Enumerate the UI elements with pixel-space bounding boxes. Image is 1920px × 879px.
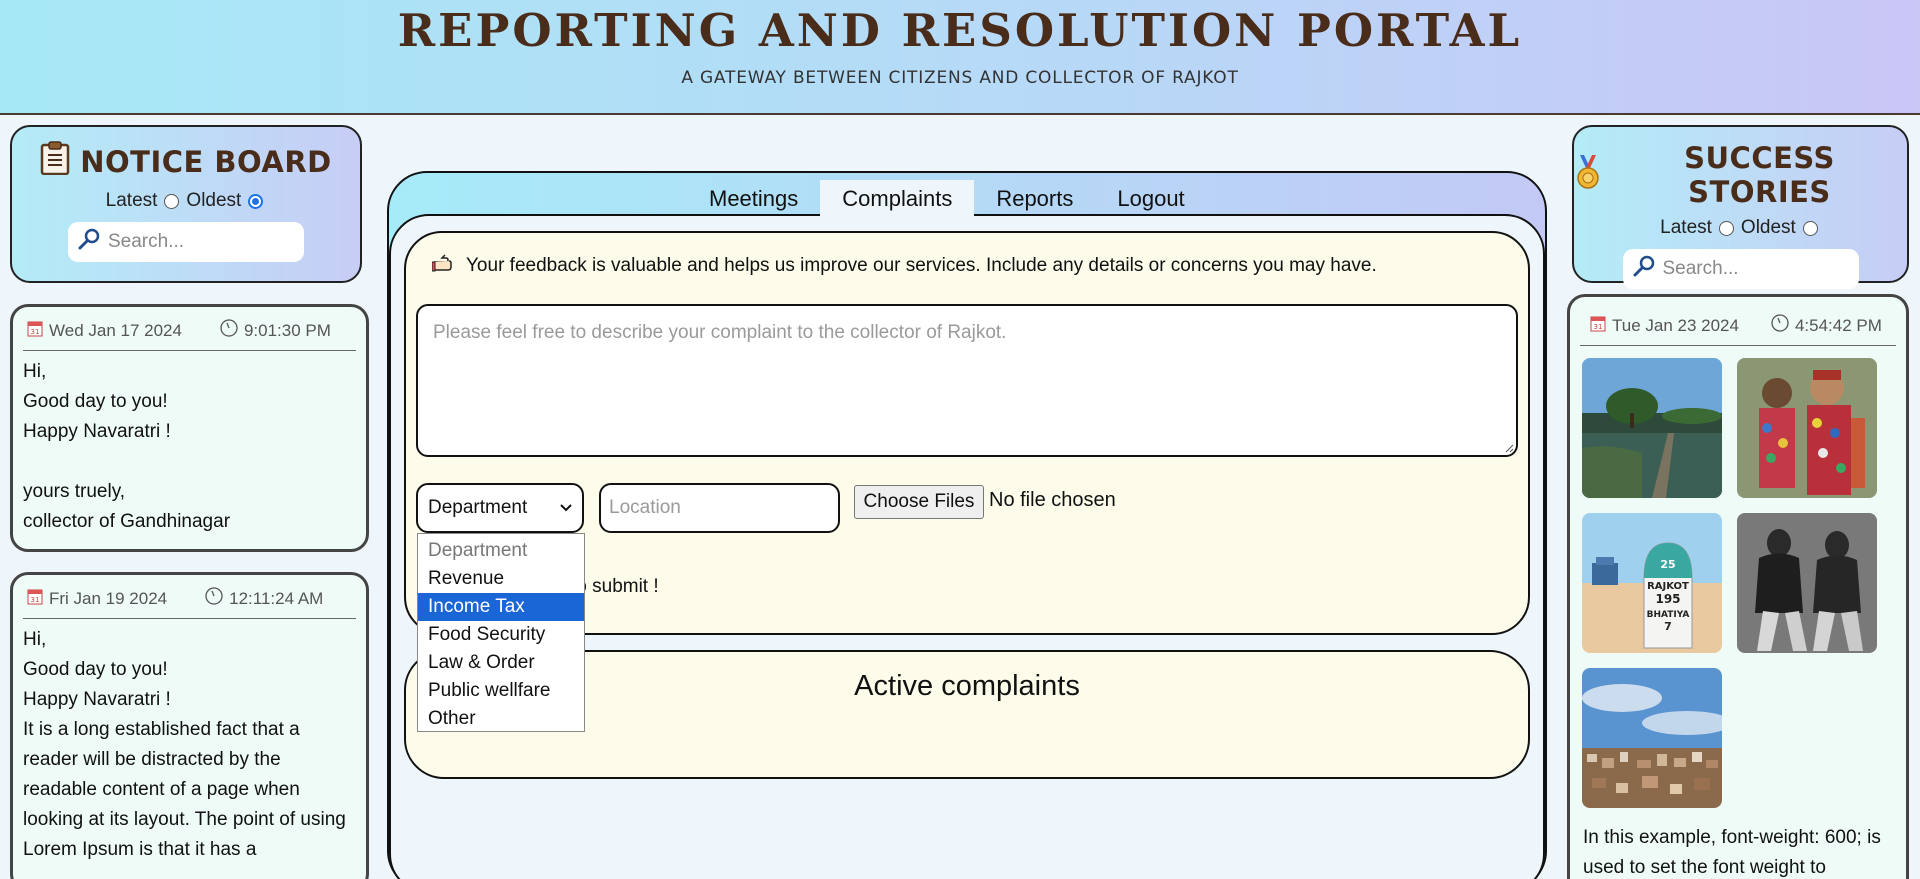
- svg-text:31: 31: [31, 596, 40, 604]
- feedback-note: Your feedback is valuable and helps us i…: [431, 253, 1377, 279]
- search-placeholder: Search...: [108, 231, 185, 252]
- location-input[interactable]: Location: [599, 483, 840, 533]
- stories-search-input[interactable]: Search...: [1622, 249, 1859, 289]
- story-time: 4:54:42 PM: [1794, 315, 1882, 335]
- sort-oldest-radio[interactable]: [248, 193, 264, 209]
- story-image-lake[interactable]: [1582, 358, 1722, 498]
- dropdown-option[interactable]: Other: [418, 705, 584, 733]
- calendar-icon: 31: [1590, 314, 1606, 337]
- sort-oldest-label: Oldest: [1740, 217, 1796, 238]
- story-date: Tue Jan 23 2024: [1612, 315, 1739, 335]
- story-image-milestone[interactable]: 25 RAJKOT 195 BHATIYA 7: [1582, 513, 1722, 653]
- notice-date: Fri Jan 19 2024: [49, 588, 168, 608]
- dropdown-option[interactable]: Law & Order: [418, 649, 584, 677]
- milestone-distance: 195: [1655, 592, 1680, 606]
- sort-latest-label: Latest: [1660, 217, 1712, 238]
- location-placeholder: Location: [609, 497, 681, 518]
- tab-reports[interactable]: Reports: [974, 180, 1095, 218]
- notice-search-input[interactable]: Search...: [68, 222, 304, 262]
- stories-sort: Latest Oldest: [1574, 217, 1907, 239]
- file-status: No file chosen: [989, 489, 1116, 511]
- dropdown-option[interactable]: Income Tax: [418, 593, 584, 621]
- tab-logout[interactable]: Logout: [1095, 180, 1206, 218]
- story-text: In this example, font-weight: 600; is us…: [1583, 827, 1881, 878]
- milestone-town: BHATIYA: [1647, 610, 1690, 620]
- story-image-city[interactable]: [1582, 668, 1722, 808]
- complaint-textarea[interactable]: Please feel free to describe your compla…: [416, 304, 1518, 457]
- svg-text:31: 31: [31, 328, 40, 336]
- notice-date: Wed Jan 17 2024: [49, 320, 182, 340]
- milestone-number: 25: [1660, 558, 1675, 571]
- milestone-city: RAJKOT: [1647, 581, 1689, 592]
- clock-icon: [220, 319, 238, 342]
- search-icon: [1633, 255, 1655, 283]
- textarea-placeholder: Please feel free to describe your compla…: [433, 322, 1007, 343]
- clipboard-icon: [40, 141, 70, 182]
- notice-time: 12:11:24 AM: [229, 588, 324, 608]
- sort-latest-radio[interactable]: [1718, 220, 1734, 236]
- tab-meetings[interactable]: Meetings: [687, 180, 820, 218]
- department-dropdown: Department Revenue Income Tax Food Secur…: [417, 533, 585, 732]
- dropdown-option[interactable]: Department: [418, 537, 584, 565]
- clock-icon: [1771, 314, 1789, 337]
- search-icon: [78, 228, 100, 256]
- page-header: REPORTING AND RESOLUTION PORTAL A GATEWA…: [0, 0, 1920, 115]
- story-card: 31 Tue Jan 23 2024 4:54:42 PM 25 RAJKOT …: [1567, 294, 1909, 879]
- nav-tabs: Meetings Complaints Reports Logout: [687, 180, 1207, 218]
- success-stories-header: SUCCESS STORIES Latest Oldest Search...: [1572, 125, 1909, 289]
- notice-sort: Latest Oldest: [12, 190, 360, 212]
- success-stories-title: SUCCESS STORIES: [1684, 141, 1835, 209]
- svg-text:31: 31: [1594, 323, 1603, 331]
- resize-handle-icon[interactable]: [1504, 443, 1514, 453]
- choose-files-button[interactable]: Choose Files: [854, 485, 984, 519]
- notice-board-title: NOTICE BOARD: [80, 144, 332, 179]
- clock-icon: [205, 587, 223, 610]
- notice-board-header: NOTICE BOARD Latest Oldest Search...: [10, 125, 362, 283]
- sort-oldest-radio[interactable]: [1802, 220, 1818, 236]
- department-value: Department: [428, 497, 528, 518]
- notice-card: 31 Wed Jan 17 2024 9:01:30 PM Hi, Good d…: [10, 304, 369, 552]
- notice-card: 31 Fri Jan 19 2024 12:11:24 AM Hi, Good …: [10, 572, 369, 879]
- story-image-portrait[interactable]: [1737, 513, 1877, 653]
- notice-time: 9:01:30 PM: [243, 320, 331, 340]
- calendar-icon: 31: [27, 319, 43, 342]
- search-placeholder: Search...: [1662, 258, 1739, 279]
- notice-body: Hi, Good day to you! Happy Navaratri ! I…: [23, 629, 346, 860]
- tab-complaints[interactable]: Complaints: [820, 180, 975, 218]
- page-title: REPORTING AND RESOLUTION PORTAL: [397, 4, 1523, 57]
- feedback-text: Your feedback is valuable and helps us i…: [466, 255, 1377, 276]
- milestone-town-distance: 7: [1664, 620, 1672, 633]
- sort-latest-label: Latest: [105, 190, 158, 211]
- calendar-icon: 31: [27, 587, 43, 610]
- medal-icon: [1574, 154, 1602, 197]
- dropdown-option[interactable]: Revenue: [418, 565, 584, 593]
- page-subtitle: A GATEWAY BETWEEN CITIZENS AND COLLECTOR…: [681, 68, 1239, 88]
- chevron-down-icon: [560, 497, 572, 519]
- notice-body: Hi, Good day to you! Happy Navaratri ! y…: [23, 361, 231, 532]
- dropdown-option[interactable]: Food Security: [418, 621, 584, 649]
- sort-oldest-label: Oldest: [186, 190, 242, 211]
- pointing-hand-icon: [431, 253, 458, 279]
- story-image-dolls[interactable]: [1737, 358, 1877, 498]
- dropdown-option[interactable]: Public wellfare: [418, 677, 584, 705]
- sort-latest-radio[interactable]: [164, 193, 180, 209]
- department-select[interactable]: Department: [416, 483, 584, 533]
